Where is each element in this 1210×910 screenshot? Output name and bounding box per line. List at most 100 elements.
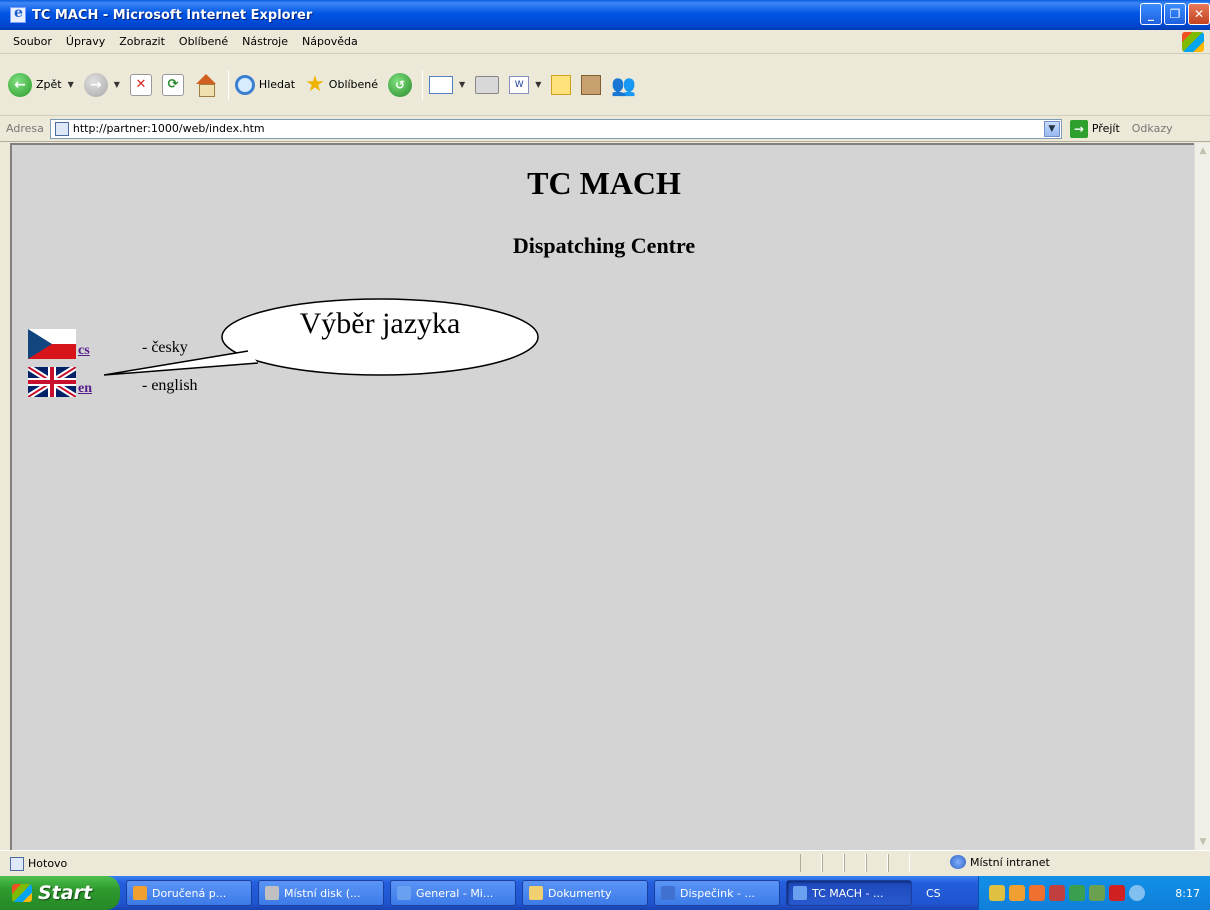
go-label: Přejít [1091,122,1120,135]
history-icon: ↺ [388,72,413,97]
status-pane [822,854,844,872]
taskbar-button-documents[interactable]: Dokumenty [522,880,648,906]
language-desc-cs: - česky [142,339,188,356]
links-button[interactable]: Odkazy [1132,122,1173,135]
mail-button[interactable]: ▼ [429,75,465,94]
back-label: Zpět [36,78,62,91]
language-option-en: en - english [28,367,198,397]
security-zone[interactable]: Místní intranet [950,855,1050,869]
outlook-tray-icon[interactable] [1009,885,1025,901]
network-tray-icon[interactable] [989,885,1005,901]
ie-icon [10,5,26,23]
history-button[interactable]: ↺ [388,72,413,97]
language-desc-en: - english [142,377,198,394]
taskbar-label: Místní disk (... [284,886,361,900]
menu-oblibene[interactable]: Oblíbené [172,35,235,48]
menu-soubor[interactable]: Soubor [6,35,59,48]
antivirus-tray-icon[interactable] [1069,885,1085,901]
folder-icon [529,886,543,900]
taskbar-label: Doručená p... [152,886,227,900]
intranet-icon [950,855,966,869]
maximize-button[interactable]: ❐ [1164,3,1186,25]
toolbar: ← Zpět ▼ → ▼ ✕ ⟳ Hledat ★ Oblíbené ↺ ▼ W… [0,54,1210,116]
scroll-down-icon[interactable]: ▼ [1195,834,1210,850]
research-button[interactable] [581,74,602,95]
messenger-button[interactable]: 👥 [611,73,636,97]
callout-text: Výběr jazyka [299,307,461,340]
clock-tray-icon[interactable] [1029,885,1045,901]
page-subtitle: Dispatching Centre [512,233,696,258]
taskbar: Start Doručená p... Místní disk (... Gen… [0,876,1210,910]
start-label: Start [38,882,93,904]
security-tray-icon[interactable] [1049,885,1065,901]
menu-upravy[interactable]: Úpravy [59,35,112,48]
language-link-en[interactable]: en [78,381,92,397]
ati-tray-icon[interactable] [1109,885,1125,901]
vertical-scrollbar[interactable]: ▲ ▼ [1194,143,1210,850]
research-icon [581,74,602,95]
toolbar-separator [422,69,424,100]
address-label: Adresa [6,122,44,135]
word-icon: W [509,75,530,94]
forward-dropdown-icon[interactable]: ▼ [114,80,120,89]
search-button[interactable]: Hledat [234,74,295,95]
status-pane [800,854,822,872]
taskbar-clock[interactable]: 8:17 [1175,887,1200,900]
taskbar-button-general[interactable]: General - Mi... [390,880,516,906]
search-icon [234,74,255,95]
address-input[interactable]: http://partner:1000/web/index.htm ▼ [49,118,1062,139]
forward-button[interactable]: → ▼ [83,72,120,97]
menu-nastroje[interactable]: Nástroje [235,35,295,48]
menu-zobrazit[interactable]: Zobrazit [112,35,172,48]
flag-uk-icon[interactable] [28,367,76,397]
system-tray: 8:17 [978,876,1210,910]
close-button[interactable]: ✕ [1188,3,1210,25]
zone-label: Místní intranet [970,855,1050,869]
discuss-button[interactable] [551,74,572,95]
taskbar-button-inbox[interactable]: Doručená p... [126,880,252,906]
window-title: TC MACH - Microsoft Internet Explorer [32,7,313,23]
window-titlebar[interactable]: TC MACH - Microsoft Internet Explorer _ … [0,0,1210,30]
status-pane [888,854,910,872]
address-bar: Adresa http://partner:1000/web/index.htm… [0,116,1210,142]
start-button[interactable]: Start [0,876,120,910]
flag-cz-icon[interactable] [28,329,76,359]
taskbar-label: General - Mi... [416,886,494,900]
favorites-button[interactable]: ★ Oblíbené [305,71,378,97]
windows-flag-icon [12,884,32,902]
note-icon [551,74,572,95]
input-language-indicator[interactable]: CS [926,887,941,900]
address-dropdown-icon[interactable]: ▼ [1043,120,1060,137]
print-button[interactable] [475,75,500,94]
display-tray-icon[interactable] [1089,885,1105,901]
star-icon: ★ [305,71,325,97]
flag-uk-drawing [28,367,76,397]
search-tray-icon[interactable] [1129,885,1145,901]
taskbar-button-dispecink[interactable]: Dispečink - ... [654,880,780,906]
mail-dropdown-icon[interactable]: ▼ [459,80,465,89]
menu-napoveda[interactable]: Nápověda [295,35,365,48]
language-option-cs: cs - česky [28,329,188,359]
edit-dropdown-icon[interactable]: ▼ [535,80,541,89]
edit-button[interactable]: W ▼ [509,75,541,94]
taskbar-button-tc-mach[interactable]: TC MACH - ... [786,880,912,906]
word-doc-icon [661,886,675,900]
minimize-button[interactable]: _ [1140,3,1162,25]
back-dropdown-icon[interactable]: ▼ [68,80,74,89]
page-content: TC MACH Dispatching Centre cs - česky en… [10,143,1194,850]
stop-button[interactable]: ✕ [129,73,152,96]
outlook-icon [133,886,147,900]
window-controls: _ ❐ ✕ [1140,3,1210,25]
taskbar-button-local-disk[interactable]: Místní disk (... [258,880,384,906]
forward-arrow-icon: → [83,72,108,97]
scroll-up-icon[interactable]: ▲ [1195,143,1210,159]
taskbar-label: Dokumenty [548,886,612,900]
language-link-cs[interactable]: cs [78,343,90,359]
refresh-button[interactable]: ⟳ [161,73,184,96]
go-button[interactable]: → Přejít [1069,119,1120,138]
home-button[interactable] [194,73,218,97]
page-done-icon [10,856,24,871]
back-button[interactable]: ← Zpět ▼ [8,72,74,97]
address-url[interactable]: http://partner:1000/web/index.htm [73,122,265,135]
status-pane [844,854,866,872]
